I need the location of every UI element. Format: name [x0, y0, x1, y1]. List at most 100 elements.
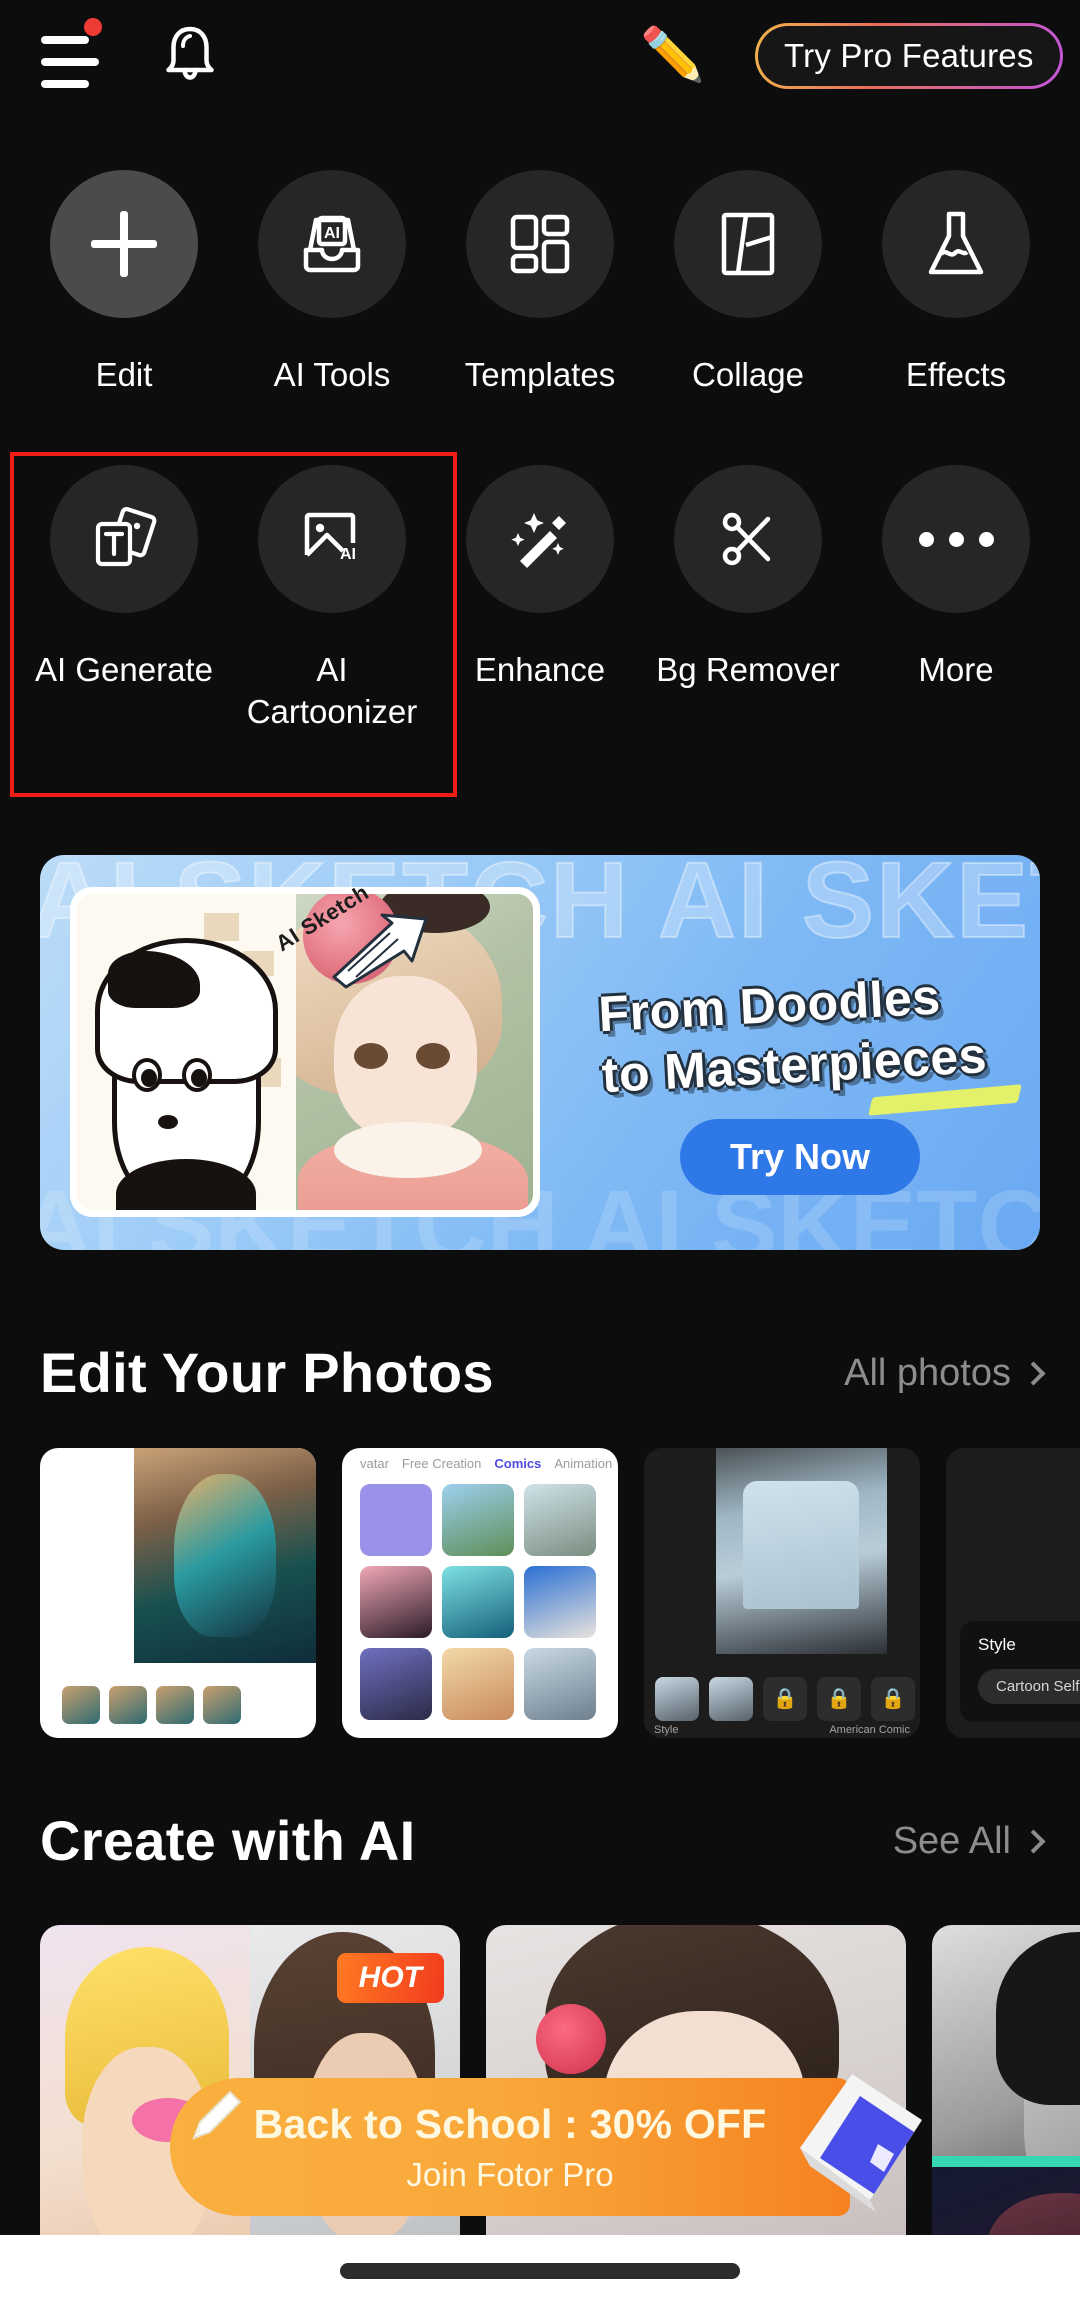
- tool-collage[interactable]: Collage: [640, 170, 856, 396]
- promo-book-icon: [800, 2074, 922, 2212]
- enhance-circle: [466, 465, 614, 613]
- thumbnail-row: [62, 1685, 242, 1724]
- list-item[interactable]: [932, 1925, 1080, 2285]
- effects-flask-icon: [928, 211, 984, 275]
- see-all-label: See All: [892, 1820, 1011, 1862]
- top-header: ✏️ Try Pro Features: [0, 0, 1080, 110]
- all-photos-link[interactable]: All photos: [844, 1352, 1046, 1395]
- list-item[interactable]: [40, 1448, 316, 1738]
- ai-image-icon: AI: [304, 512, 356, 563]
- tab-avatar: vatar: [360, 1456, 389, 1471]
- chevron-right-icon: [1021, 1361, 1046, 1386]
- tab-free-creation: Free Creation: [401, 1456, 482, 1471]
- style-chips: Cartoon Self American: [978, 1669, 1080, 1704]
- menu-bar-2: [41, 58, 99, 66]
- tool-edit[interactable]: Edit: [16, 170, 232, 396]
- status-badge: HOT: [336, 1953, 444, 2003]
- back-to-school-promo-banner[interactable]: Back to School : 30% OFF Join Fotor Pro: [170, 2078, 850, 2216]
- ellipsis-icon: [918, 531, 994, 547]
- locked-variants: 🔒 🔒 🔒: [655, 1676, 916, 1721]
- tool-label: Edit: [95, 356, 153, 393]
- plus-icon: [91, 211, 157, 277]
- tool-label: More: [918, 651, 994, 688]
- chip-cartoon-self[interactable]: Cartoon Self: [978, 1669, 1080, 1704]
- style-tabs: vatar Free Creation Comics Animation Hot…: [360, 1456, 618, 1471]
- style-value: American Comic: [829, 1724, 910, 1736]
- tool-label: AI Cartoonizer: [246, 651, 418, 731]
- lock-icon: 🔒: [817, 1676, 862, 1721]
- tool-ai-generate[interactable]: AI Generate: [16, 465, 232, 691]
- style-grid: [360, 1484, 618, 1720]
- promo-headline: Back to School : 30% OFF: [253, 2100, 767, 2147]
- tool-templates[interactable]: Templates: [432, 170, 648, 396]
- tool-row-primary: Edit AI AI Tools Templates Collage Effec…: [0, 170, 1080, 470]
- svg-text:AI: AI: [324, 225, 340, 242]
- tab-animation: Animation: [554, 1456, 613, 1471]
- style-label: Style: [654, 1724, 679, 1736]
- tool-enhance[interactable]: Enhance: [432, 465, 648, 691]
- scissors-icon: [722, 512, 771, 566]
- ai-cartoonizer-circle: AI: [258, 465, 406, 613]
- all-photos-label: All photos: [844, 1352, 1011, 1394]
- promo-pencil-icon: [192, 2090, 242, 2140]
- collage-icon: [721, 212, 775, 276]
- tool-label: AI Generate: [35, 651, 213, 688]
- hamburger-menu-icon[interactable]: [38, 18, 102, 88]
- sketch-arrow-icon: [332, 913, 428, 989]
- bell-icon[interactable]: [158, 22, 222, 88]
- create-with-ai-header: Create with AI See All: [0, 1808, 1080, 1898]
- templates-grid-icon: [510, 214, 570, 274]
- tool-label: Templates: [464, 356, 616, 393]
- tab-comics: Comics: [494, 1456, 542, 1471]
- more-circle: [882, 465, 1030, 613]
- tool-label: AI Tools: [273, 356, 391, 393]
- menu-bar-3: [41, 80, 89, 88]
- ai-sketch-promo-banner[interactable]: AI SKETCH AI SKETCH AI SKETCH AI SKETCH: [40, 855, 1040, 1250]
- page-title-edit-photos: Edit Your Photos: [40, 1341, 494, 1404]
- tool-effects[interactable]: Effects: [848, 170, 1064, 396]
- bg-remover-circle: [674, 465, 822, 613]
- card-footer: Style American Comic: [654, 1724, 910, 1736]
- tool-label: Bg Remover: [656, 651, 840, 688]
- svg-text:AI: AI: [340, 546, 356, 563]
- home-indicator[interactable]: [340, 2263, 740, 2279]
- text-image-cards-icon: [95, 506, 157, 567]
- pencil-emoji-icon[interactable]: ✏️: [640, 26, 705, 84]
- list-item[interactable]: vatar Free Creation Comics Animation Hot…: [342, 1448, 618, 1738]
- tool-row-secondary: AI Generate AI AI Cartoonizer Enhance Bg…: [0, 465, 1080, 765]
- edit-photos-header: Edit Your Photos All photos: [0, 1340, 1080, 1430]
- try-now-button[interactable]: Try Now: [680, 1119, 920, 1195]
- see-all-link[interactable]: See All: [892, 1820, 1046, 1863]
- menu-notification-dot: [84, 18, 102, 36]
- list-item[interactable]: Add an i Style Cartoon Self American: [946, 1448, 1080, 1738]
- before-sketch: [77, 894, 296, 1210]
- lock-icon: 🔒: [763, 1676, 808, 1721]
- edit-circle: [50, 170, 198, 318]
- style-panel: Style Cartoon Self American: [960, 1621, 1080, 1722]
- home-indicator-bar: [0, 2235, 1080, 2317]
- menu-bar-1: [41, 36, 89, 44]
- tool-label: Collage: [692, 356, 804, 393]
- tool-bg-remover[interactable]: Bg Remover: [640, 465, 856, 691]
- chevron-right-icon: [1021, 1829, 1046, 1854]
- tool-ai-cartoonizer[interactable]: AI AI Cartoonizer: [224, 465, 440, 733]
- page-title-create-with-ai: Create with AI: [40, 1809, 416, 1872]
- edit-photos-strip[interactable]: vatar Free Creation Comics Animation Hot…: [0, 1448, 1080, 1738]
- effects-circle: [882, 170, 1030, 318]
- promo-subline: Join Fotor Pro: [406, 2155, 614, 2193]
- magic-wand-icon: [511, 513, 566, 568]
- banner-headline: From Doodles to Masterpieces: [597, 962, 1033, 1106]
- tool-label: Effects: [905, 356, 1007, 393]
- ai-generate-circle: [50, 465, 198, 613]
- ai-tools-circle: AI: [258, 170, 406, 318]
- style-panel-title: Style: [978, 1635, 1016, 1654]
- tool-label: Enhance: [474, 651, 606, 688]
- list-item[interactable]: 🔒 🔒 🔒 Style American Comic: [644, 1448, 920, 1738]
- try-pro-features-button[interactable]: Try Pro Features: [755, 23, 1063, 89]
- collage-circle: [674, 170, 822, 318]
- tool-more[interactable]: More: [848, 465, 1064, 691]
- lock-icon: 🔒: [871, 1676, 916, 1721]
- templates-circle: [466, 170, 614, 318]
- tool-ai-tools[interactable]: AI AI Tools: [224, 170, 440, 396]
- app-root: ✏️ Try Pro Features Edit AI AI Tools Tem…: [0, 0, 1080, 2317]
